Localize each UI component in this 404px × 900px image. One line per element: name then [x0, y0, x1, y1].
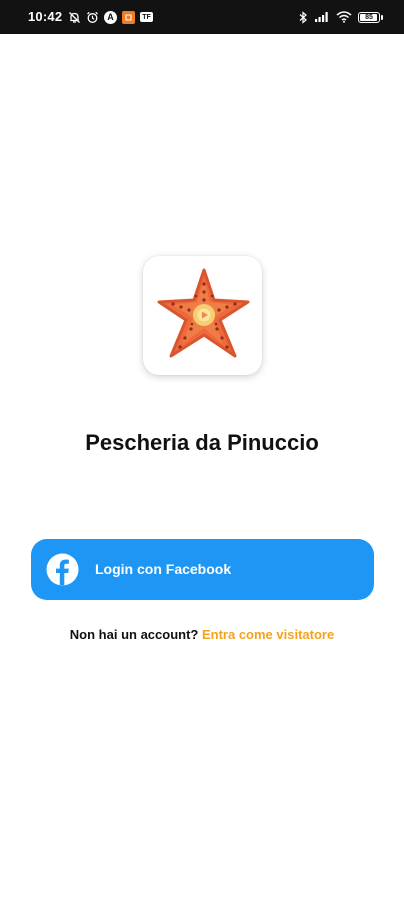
app-logo	[143, 256, 262, 375]
status-left-icons: A TF	[68, 9, 153, 25]
status-bar: 10:42 A TF 85	[0, 0, 404, 34]
enter-as-guest-link[interactable]: Entra come visitatore	[202, 627, 334, 642]
starfish-icon	[157, 268, 249, 357]
box-app-icon: TF	[140, 12, 153, 22]
alarm-icon	[86, 11, 99, 24]
app-title: Pescheria da Pinuccio	[85, 430, 319, 455]
battery-icon: 85	[358, 11, 383, 23]
facebook-login-label: Login con Facebook	[95, 561, 232, 577]
guest-access-line: Non hai un account? Entra come visitator…	[0, 627, 404, 642]
notifications-off-icon	[68, 11, 81, 24]
battery-level: 85	[365, 13, 373, 21]
facebook-login-button[interactable]: Login con Facebook	[31, 539, 374, 600]
a-app-icon: A	[104, 10, 117, 24]
cell-signal-icon	[314, 11, 330, 23]
no-account-prompt: Non hai un account?	[69, 627, 199, 642]
facebook-icon	[46, 553, 79, 586]
status-time: 10:42	[28, 9, 63, 24]
bluetooth-icon	[299, 10, 308, 24]
orange-app-icon	[122, 10, 135, 24]
status-right-icons: 85	[299, 9, 383, 25]
wifi-icon	[336, 11, 352, 23]
login-screen: 10:42 A TF 85 Pescheria da Pinuccio Logi…	[0, 0, 404, 900]
